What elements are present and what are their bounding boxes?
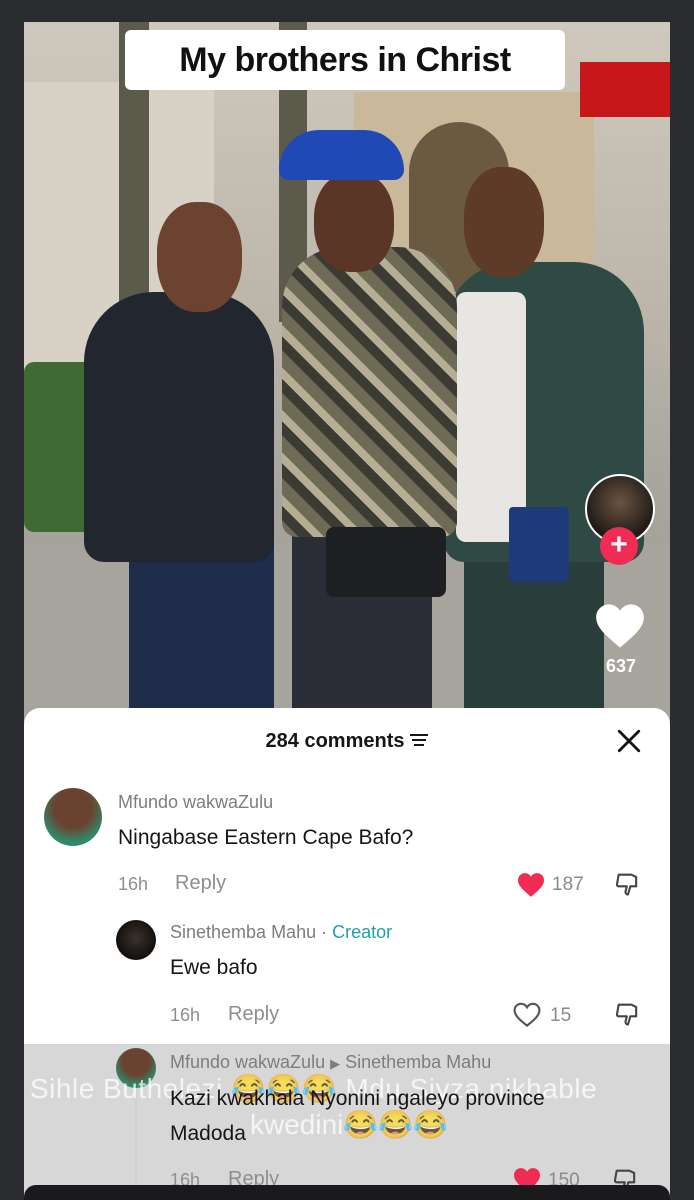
reply-button[interactable]: Reply <box>175 872 226 895</box>
comment-text: Ningabase Eastern Cape Bafo? <box>118 826 414 849</box>
badge-separator: · <box>316 922 333 942</box>
video-caption: My brothers in Christ <box>125 30 565 90</box>
dislike-icon[interactable] <box>614 870 642 898</box>
reply-username[interactable]: Sinethemba Mahu <box>170 922 316 942</box>
reply-like-count: 15 <box>550 1005 572 1026</box>
video-like-count: 637 <box>605 656 637 676</box>
reply-button[interactable]: Reply <box>228 1003 279 1026</box>
nested-reply-text: Madoda <box>170 1122 246 1145</box>
creator-badge: Creator <box>332 922 393 942</box>
filter-icon[interactable] <box>410 733 429 747</box>
person-right <box>464 167 544 277</box>
follow-plus-icon[interactable]: + <box>600 527 638 565</box>
comments-count: 284 comments <box>265 730 405 752</box>
video-frame[interactable] <box>24 22 670 722</box>
comment-like-count: 187 <box>552 874 584 895</box>
close-icon[interactable] <box>616 728 642 754</box>
overlay-text: kwedini😂😂😂 <box>250 1109 448 1140</box>
comments-header: 284 comments <box>24 730 670 753</box>
commenter-avatar[interactable] <box>44 788 102 846</box>
heart-icon[interactable] <box>594 602 646 650</box>
reply-time: 16h <box>170 1005 201 1025</box>
nested-reply-text: Kazi kwakhala Nyonini ngaleyo province <box>170 1087 545 1110</box>
nested-reply-username[interactable]: Mfundo wakwaZulu <box>170 1052 325 1072</box>
person-center <box>282 247 457 537</box>
dislike-icon[interactable] <box>614 1000 642 1028</box>
blue-hat <box>279 130 404 180</box>
reply-arrow-icon: ▶ <box>330 1056 341 1071</box>
person-left <box>129 542 274 722</box>
comment-username[interactable]: Mfundo wakwaZulu <box>118 792 273 813</box>
clutch-bag <box>326 527 446 597</box>
reply-username-line: Sinethemba Mahu · Creator <box>170 922 392 943</box>
person-center <box>314 172 394 272</box>
prayer-book <box>509 507 569 582</box>
heart-outline-icon[interactable] <box>512 1002 542 1028</box>
reply-to-username[interactable]: Sinethemba Mahu <box>345 1052 491 1072</box>
creator-reply-avatar[interactable] <box>116 920 156 960</box>
bottom-input-bar[interactable] <box>24 1185 670 1200</box>
comment-time: 16h <box>118 874 149 894</box>
reply-text: Ewe bafo <box>170 956 258 979</box>
heart-filled-icon[interactable] <box>516 872 546 898</box>
person-right <box>456 292 526 542</box>
red-sign <box>580 62 670 117</box>
person-left <box>157 202 242 312</box>
person-left <box>84 292 274 562</box>
